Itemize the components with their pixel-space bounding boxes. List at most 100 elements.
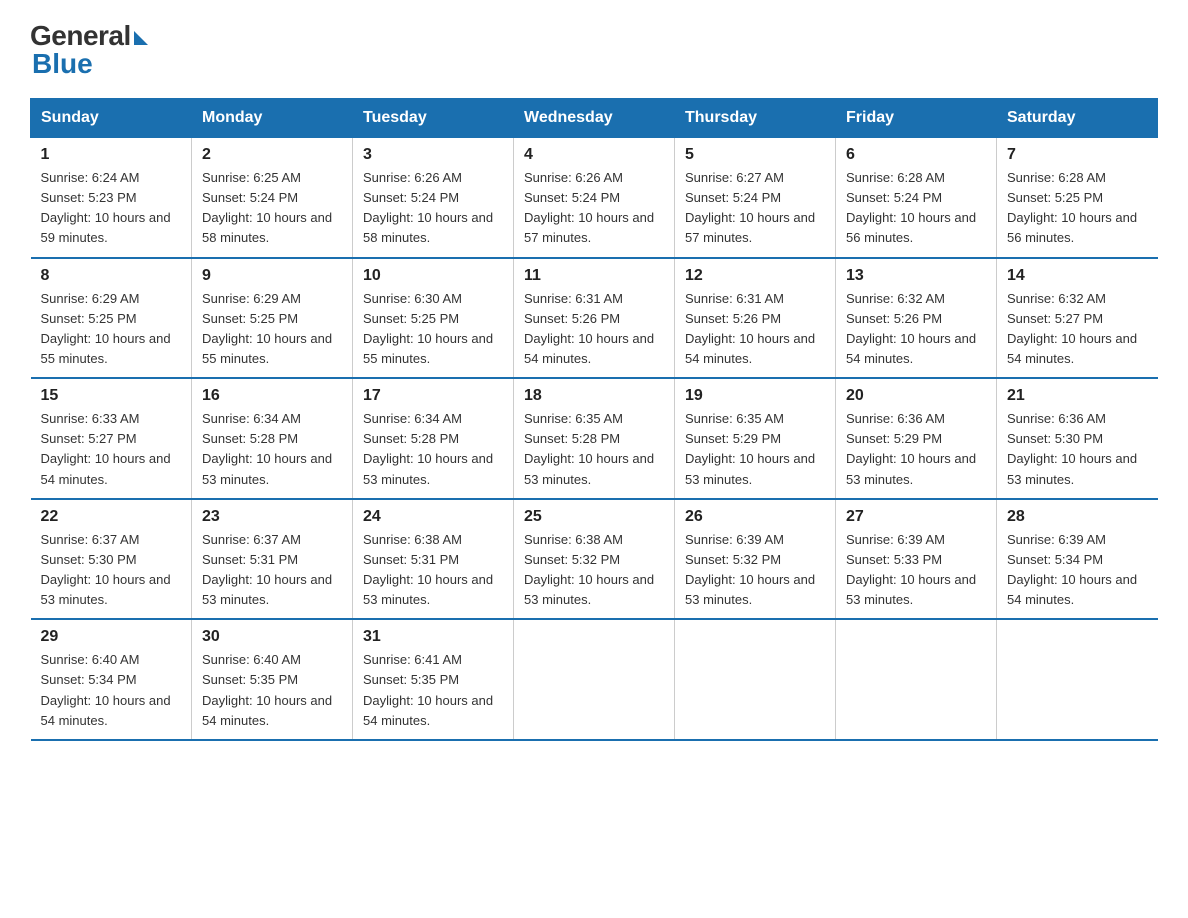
day-number: 20 (846, 387, 986, 405)
calendar-cell: 2 Sunrise: 6:25 AMSunset: 5:24 PMDaylight… (192, 138, 353, 258)
day-info: Sunrise: 6:31 AMSunset: 5:26 PMDaylight:… (524, 289, 664, 370)
day-info: Sunrise: 6:25 AMSunset: 5:24 PMDaylight:… (202, 168, 342, 249)
day-info: Sunrise: 6:30 AMSunset: 5:25 PMDaylight:… (363, 289, 503, 370)
day-info: Sunrise: 6:35 AMSunset: 5:29 PMDaylight:… (685, 409, 825, 490)
calendar-cell: 27 Sunrise: 6:39 AMSunset: 5:33 PMDayligh… (836, 499, 997, 620)
day-number: 14 (1007, 267, 1148, 285)
calendar-cell: 25 Sunrise: 6:38 AMSunset: 5:32 PMDayligh… (514, 499, 675, 620)
day-number: 1 (41, 146, 182, 164)
day-info: Sunrise: 6:26 AMSunset: 5:24 PMDaylight:… (524, 168, 664, 249)
day-number: 19 (685, 387, 825, 405)
calendar-cell: 4 Sunrise: 6:26 AMSunset: 5:24 PMDaylight… (514, 138, 675, 258)
day-info: Sunrise: 6:36 AMSunset: 5:29 PMDaylight:… (846, 409, 986, 490)
day-info: Sunrise: 6:31 AMSunset: 5:26 PMDaylight:… (685, 289, 825, 370)
day-info: Sunrise: 6:40 AMSunset: 5:35 PMDaylight:… (202, 650, 342, 731)
calendar-cell (997, 619, 1158, 740)
calendar-cell: 7Sunrise: 6:28 AMSunset: 5:25 PMDaylight… (997, 138, 1158, 258)
calendar-cell: 1 Sunrise: 6:24 AMSunset: 5:23 PMDaylight… (31, 138, 192, 258)
day-number: 9 (202, 267, 342, 285)
day-number: 10 (363, 267, 503, 285)
day-number: 5 (685, 146, 825, 164)
calendar-cell: 3 Sunrise: 6:26 AMSunset: 5:24 PMDaylight… (353, 138, 514, 258)
calendar-cell: 24 Sunrise: 6:38 AMSunset: 5:31 PMDayligh… (353, 499, 514, 620)
day-info: Sunrise: 6:40 AMSunset: 5:34 PMDaylight:… (41, 650, 182, 731)
col-saturday: Saturday (997, 99, 1158, 138)
day-info: Sunrise: 6:37 AMSunset: 5:31 PMDaylight:… (202, 530, 342, 611)
day-number: 17 (363, 387, 503, 405)
calendar-cell (514, 619, 675, 740)
day-number: 28 (1007, 508, 1148, 526)
day-number: 27 (846, 508, 986, 526)
calendar-cell: 11 Sunrise: 6:31 AMSunset: 5:26 PMDayligh… (514, 258, 675, 379)
day-info: Sunrise: 6:34 AMSunset: 5:28 PMDaylight:… (202, 409, 342, 490)
day-number: 23 (202, 508, 342, 526)
calendar-cell (675, 619, 836, 740)
day-number: 6 (846, 146, 986, 164)
calendar-cell: 5 Sunrise: 6:27 AMSunset: 5:24 PMDaylight… (675, 138, 836, 258)
day-info: Sunrise: 6:37 AMSunset: 5:30 PMDaylight:… (41, 530, 182, 611)
day-number: 13 (846, 267, 986, 285)
day-number: 12 (685, 267, 825, 285)
calendar-cell: 17 Sunrise: 6:34 AMSunset: 5:28 PMDayligh… (353, 378, 514, 499)
col-sunday: Sunday (31, 99, 192, 138)
calendar-week-row: 15 Sunrise: 6:33 AMSunset: 5:27 PMDayligh… (31, 378, 1158, 499)
day-info: Sunrise: 6:33 AMSunset: 5:27 PMDaylight:… (41, 409, 182, 490)
day-info: Sunrise: 6:29 AMSunset: 5:25 PMDaylight:… (41, 289, 182, 370)
day-info: Sunrise: 6:32 AMSunset: 5:27 PMDaylight:… (1007, 289, 1148, 370)
calendar-cell: 22 Sunrise: 6:37 AMSunset: 5:30 PMDayligh… (31, 499, 192, 620)
day-info: Sunrise: 6:27 AMSunset: 5:24 PMDaylight:… (685, 168, 825, 249)
calendar-cell: 29 Sunrise: 6:40 AMSunset: 5:34 PMDayligh… (31, 619, 192, 740)
calendar-cell: 28 Sunrise: 6:39 AMSunset: 5:34 PMDayligh… (997, 499, 1158, 620)
calendar-cell: 9Sunrise: 6:29 AMSunset: 5:25 PMDaylight… (192, 258, 353, 379)
day-number: 3 (363, 146, 503, 164)
day-number: 22 (41, 508, 182, 526)
day-number: 15 (41, 387, 182, 405)
calendar-cell: 21 Sunrise: 6:36 AMSunset: 5:30 PMDayligh… (997, 378, 1158, 499)
day-info: Sunrise: 6:41 AMSunset: 5:35 PMDaylight:… (363, 650, 503, 731)
day-info: Sunrise: 6:39 AMSunset: 5:33 PMDaylight:… (846, 530, 986, 611)
col-thursday: Thursday (675, 99, 836, 138)
logo-arrow-icon (134, 31, 148, 45)
day-number: 24 (363, 508, 503, 526)
day-number: 7 (1007, 146, 1148, 164)
day-number: 8 (41, 267, 182, 285)
day-number: 2 (202, 146, 342, 164)
calendar-cell: 19 Sunrise: 6:35 AMSunset: 5:29 PMDayligh… (675, 378, 836, 499)
day-info: Sunrise: 6:24 AMSunset: 5:23 PMDaylight:… (41, 168, 182, 249)
calendar-cell: 13 Sunrise: 6:32 AMSunset: 5:26 PMDayligh… (836, 258, 997, 379)
calendar-week-row: 22 Sunrise: 6:37 AMSunset: 5:30 PMDayligh… (31, 499, 1158, 620)
calendar-cell: 6 Sunrise: 6:28 AMSunset: 5:24 PMDaylight… (836, 138, 997, 258)
calendar-week-row: 1 Sunrise: 6:24 AMSunset: 5:23 PMDaylight… (31, 138, 1158, 258)
calendar-week-row: 8 Sunrise: 6:29 AMSunset: 5:25 PMDaylight… (31, 258, 1158, 379)
col-monday: Monday (192, 99, 353, 138)
day-info: Sunrise: 6:38 AMSunset: 5:31 PMDaylight:… (363, 530, 503, 611)
calendar-cell: 8 Sunrise: 6:29 AMSunset: 5:25 PMDaylight… (31, 258, 192, 379)
day-info: Sunrise: 6:38 AMSunset: 5:32 PMDaylight:… (524, 530, 664, 611)
day-number: 18 (524, 387, 664, 405)
day-info: Sunrise: 6:34 AMSunset: 5:28 PMDaylight:… (363, 409, 503, 490)
day-info: Sunrise: 6:36 AMSunset: 5:30 PMDaylight:… (1007, 409, 1148, 490)
day-info: Sunrise: 6:28 AMSunset: 5:24 PMDaylight:… (846, 168, 986, 249)
calendar-table: Sunday Monday Tuesday Wednesday Thursday… (30, 98, 1158, 741)
day-info: Sunrise: 6:32 AMSunset: 5:26 PMDaylight:… (846, 289, 986, 370)
day-number: 25 (524, 508, 664, 526)
day-number: 11 (524, 267, 664, 285)
col-friday: Friday (836, 99, 997, 138)
day-number: 4 (524, 146, 664, 164)
calendar-cell: 10 Sunrise: 6:30 AMSunset: 5:25 PMDayligh… (353, 258, 514, 379)
calendar-header-row: Sunday Monday Tuesday Wednesday Thursday… (31, 99, 1158, 138)
day-info: Sunrise: 6:26 AMSunset: 5:24 PMDaylight:… (363, 168, 503, 249)
calendar-cell: 14 Sunrise: 6:32 AMSunset: 5:27 PMDayligh… (997, 258, 1158, 379)
day-info: Sunrise: 6:39 AMSunset: 5:34 PMDaylight:… (1007, 530, 1148, 611)
col-tuesday: Tuesday (353, 99, 514, 138)
calendar-week-row: 29 Sunrise: 6:40 AMSunset: 5:34 PMDayligh… (31, 619, 1158, 740)
calendar-cell: 16Sunrise: 6:34 AMSunset: 5:28 PMDayligh… (192, 378, 353, 499)
logo: General Blue (30, 20, 148, 80)
calendar-cell: 18Sunrise: 6:35 AMSunset: 5:28 PMDayligh… (514, 378, 675, 499)
calendar-cell: 30Sunrise: 6:40 AMSunset: 5:35 PMDayligh… (192, 619, 353, 740)
day-number: 29 (41, 628, 182, 646)
day-info: Sunrise: 6:39 AMSunset: 5:32 PMDaylight:… (685, 530, 825, 611)
day-number: 21 (1007, 387, 1148, 405)
logo-blue-text: Blue (32, 48, 93, 80)
calendar-cell: 31Sunrise: 6:41 AMSunset: 5:35 PMDayligh… (353, 619, 514, 740)
